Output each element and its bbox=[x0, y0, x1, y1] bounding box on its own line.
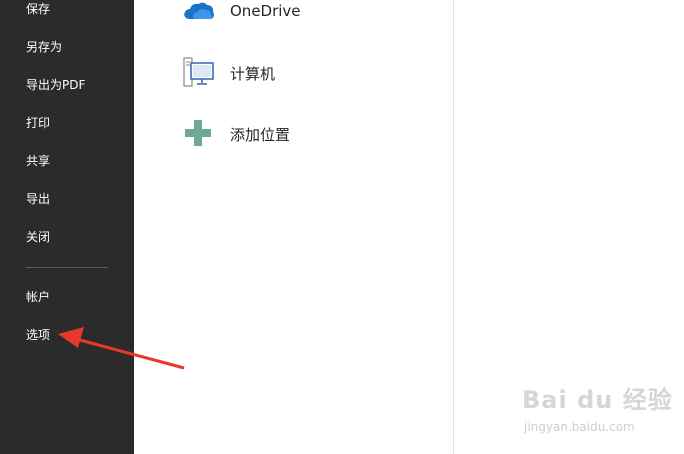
watermark-brand: Bai du 经验 bbox=[522, 386, 673, 414]
baidu-watermark: Bai du 经验 jingyan.baidu.com bbox=[522, 380, 674, 444]
watermark-url: jingyan.baidu.com bbox=[524, 420, 635, 434]
